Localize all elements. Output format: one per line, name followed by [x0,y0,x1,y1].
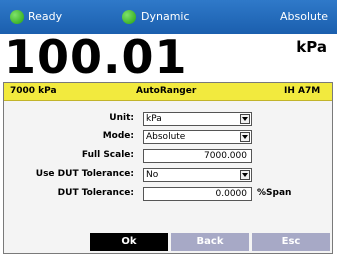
pressure-reading: 100.01 [4,30,188,84]
unit-select-value: kPa [146,114,162,124]
status-bar: Ready Dynamic Absolute [0,0,337,34]
chevron-down-icon[interactable] [240,132,250,142]
status-ready: Ready [28,10,63,23]
mode-select[interactable]: Absolute [143,130,252,144]
ok-button[interactable]: Ok [90,233,168,251]
unit-label: Unit: [109,113,134,123]
header-device: IH A7M [284,86,321,96]
dut-tolerance-field[interactable]: 0.0000 [143,187,252,201]
dut-tolerance-unit: %Span [257,188,292,198]
dynamic-status-icon [122,10,136,24]
full-scale-value: 7000.000 [204,151,247,161]
full-scale-field[interactable]: 7000.000 [143,149,252,163]
use-dut-tolerance-label: Use DUT Tolerance: [35,169,134,179]
use-dut-tolerance-value: No [146,170,159,180]
ready-status-icon [10,10,24,24]
instrument-screen: Ready Dynamic Absolute 100.01 kPa 7000 k… [0,0,337,258]
use-dut-tolerance-select[interactable]: No [143,168,252,182]
status-dynamic: Dynamic [141,10,190,23]
mode-label: Mode: [102,131,134,141]
dut-tolerance-value: 0.0000 [215,189,248,199]
dut-tolerance-label: DUT Tolerance: [57,188,134,198]
unit-select[interactable]: kPa [143,112,252,126]
dialog-title: AutoRanger [136,86,197,96]
dialog-header: 7000 kPa AutoRanger IH A7M [4,83,332,101]
autoranger-dialog: 7000 kPa AutoRanger IH A7M Unit: kPa Mod… [3,82,333,254]
chevron-down-icon[interactable] [240,114,250,124]
status-mode: Absolute [280,10,329,23]
pressure-unit: kPa [296,38,327,56]
back-button[interactable]: Back [171,233,249,251]
full-scale-label: Full Scale: [81,150,134,160]
esc-button[interactable]: Esc [252,233,330,251]
header-range: 7000 kPa [10,86,57,96]
mode-select-value: Absolute [146,132,186,142]
chevron-down-icon[interactable] [240,170,250,180]
